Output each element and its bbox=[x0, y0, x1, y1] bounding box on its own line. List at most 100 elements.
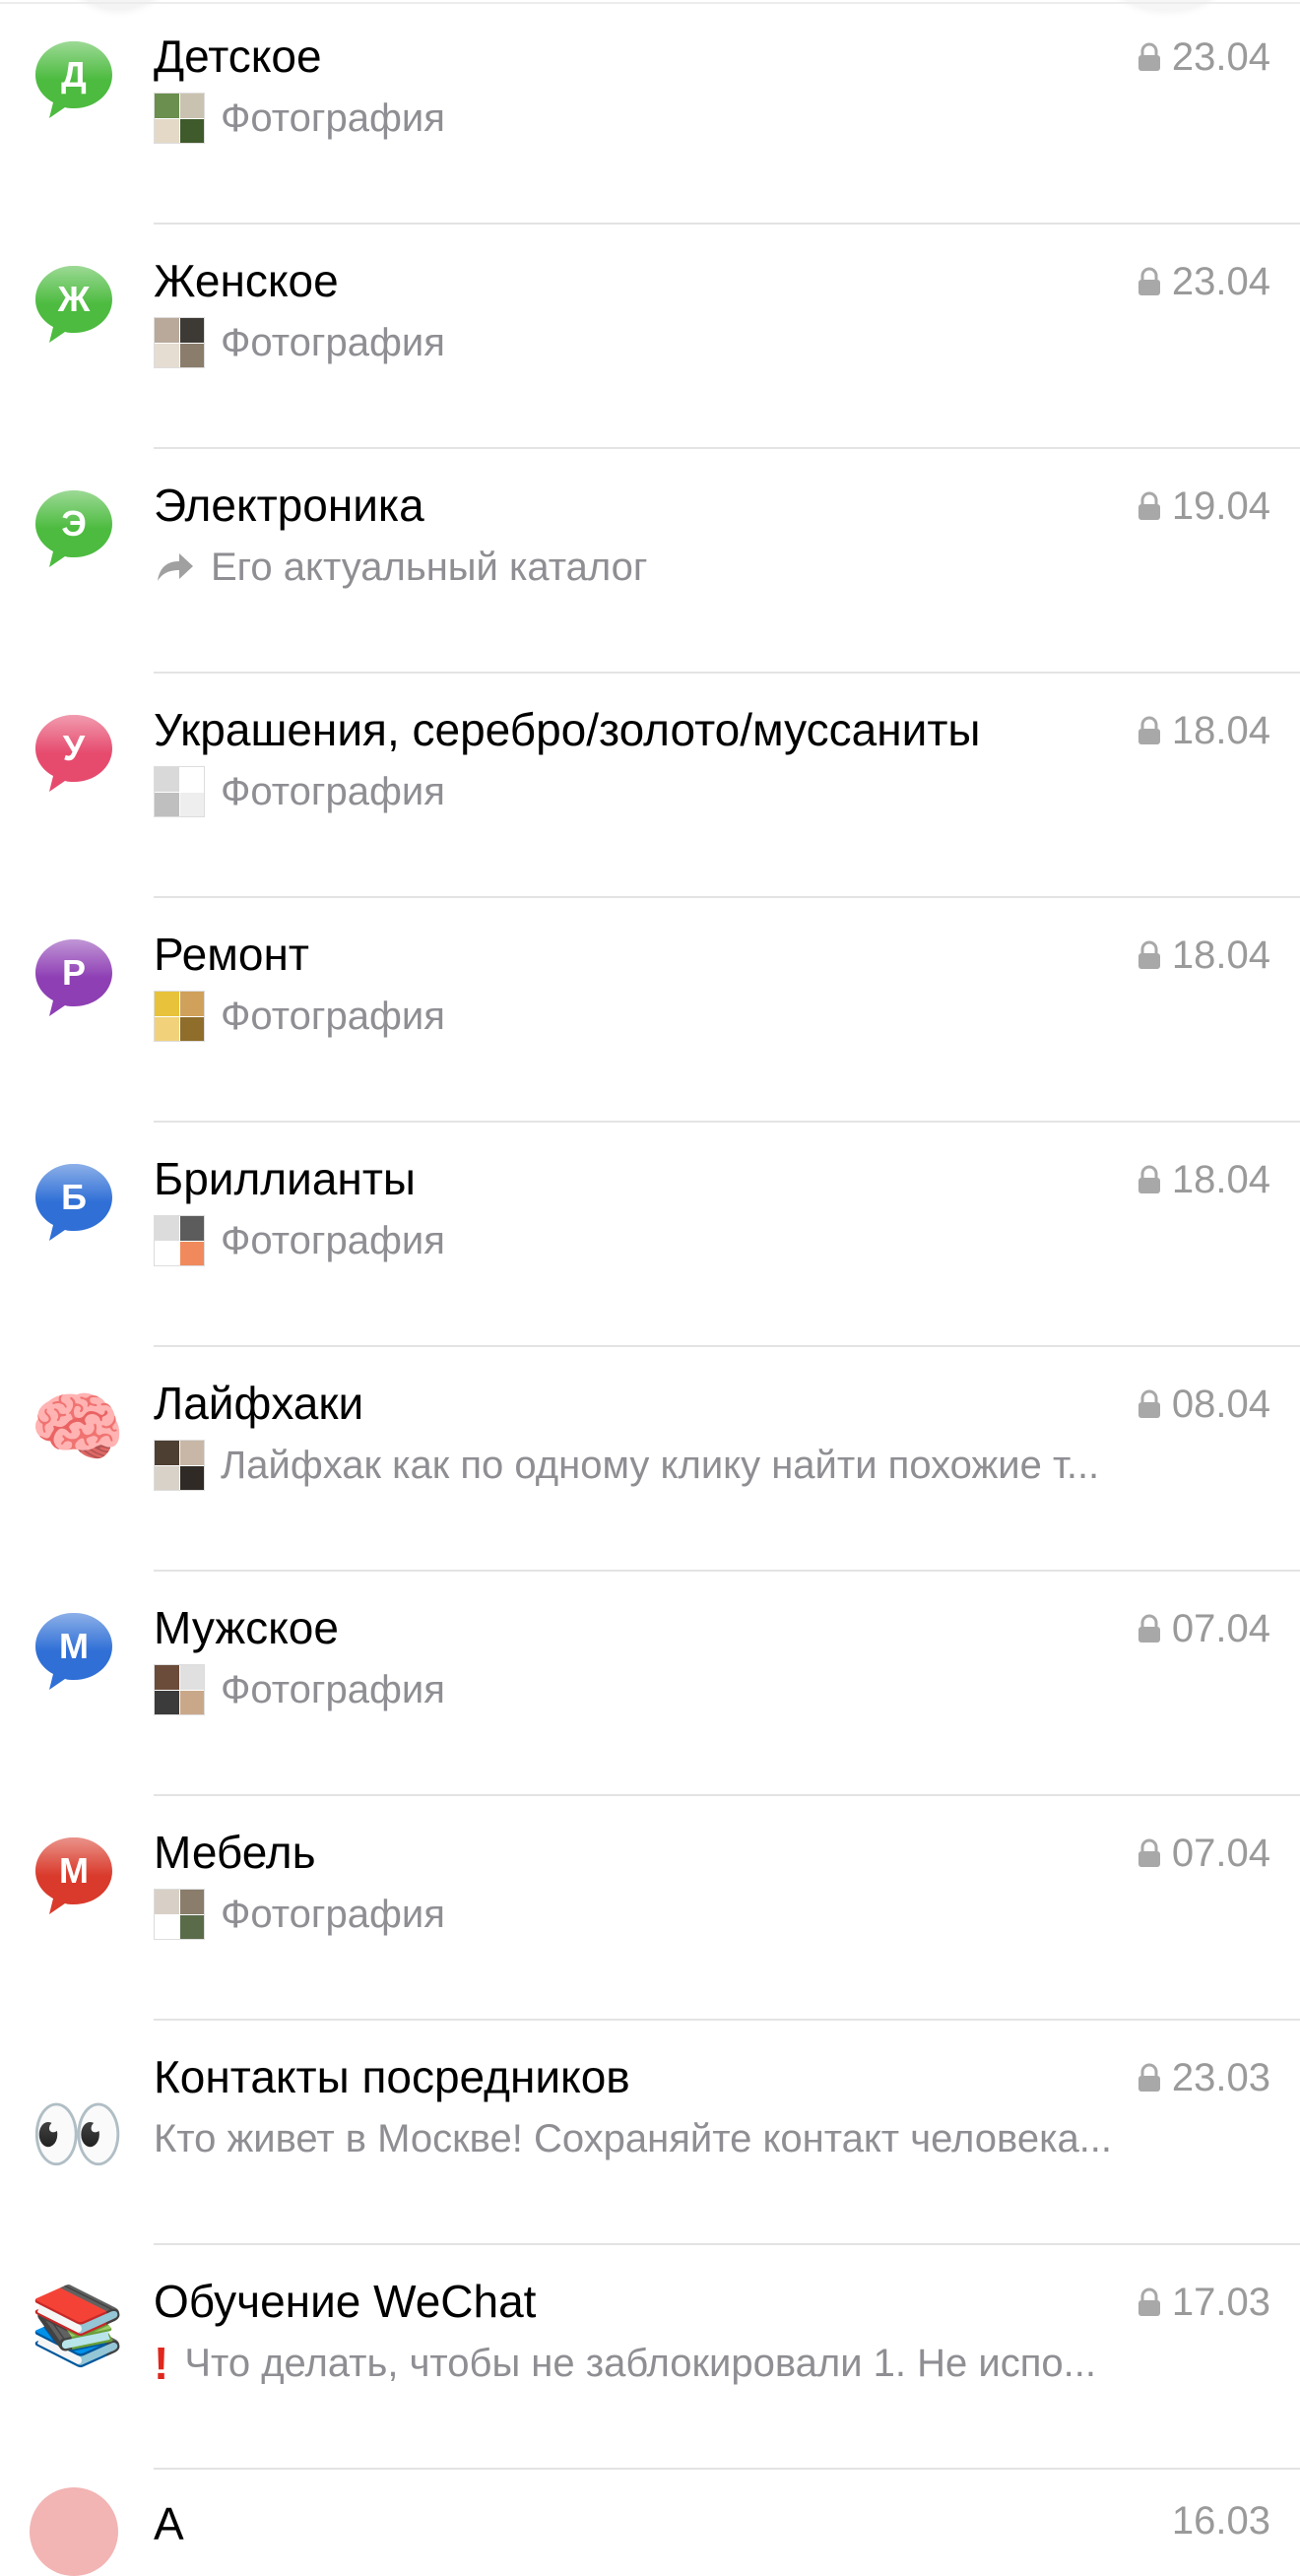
chat-title: А bbox=[154, 2498, 184, 2549]
avatar: Ж bbox=[30, 260, 118, 349]
chat-row[interactable]: Б Бриллианты 18.04 Фотография bbox=[0, 1123, 1300, 1347]
chat-meta: 23.04 bbox=[1137, 254, 1270, 309]
avatar-letter: М bbox=[59, 1850, 89, 1891]
lock-icon bbox=[1137, 716, 1162, 745]
chat-preview-text: Фотография bbox=[221, 1893, 445, 1936]
photo-thumbnail bbox=[154, 1664, 205, 1715]
chat-preview: Его актуальный каталог bbox=[154, 540, 1270, 595]
photo-thumbnail bbox=[154, 1215, 205, 1266]
lock-icon bbox=[1137, 267, 1162, 296]
chat-row[interactable]: М Мебель 07.04 Фотография bbox=[0, 1796, 1300, 2021]
chat-meta: 07.04 bbox=[1137, 1826, 1270, 1881]
chat-meta: 19.04 bbox=[1137, 479, 1270, 534]
avatar-letter: Э bbox=[61, 503, 87, 544]
chat-time: 19.04 bbox=[1171, 484, 1270, 528]
chat-meta: 23.03 bbox=[1137, 2050, 1270, 2105]
chat-title: Бриллианты bbox=[154, 1153, 416, 1204]
chat-row[interactable]: Д Детское 23.04 Фотография bbox=[0, 0, 1300, 225]
chat-preview: Фотография bbox=[154, 315, 1270, 370]
chat-preview: Кто живет в Москве! Сохраняйте контакт ч… bbox=[154, 2111, 1270, 2166]
chat-preview-text: Фотография bbox=[221, 995, 445, 1038]
lock-icon bbox=[1137, 1838, 1162, 1868]
chat-time: 23.04 bbox=[1171, 35, 1270, 79]
chat-row[interactable]: Ж Женское 23.04 Фотография bbox=[0, 225, 1300, 449]
avatar-letter: У bbox=[63, 728, 86, 768]
chat-preview: Фотография bbox=[154, 989, 1270, 1044]
chat-row[interactable]: 👀 Контакты посредников 23.03 Кто живет в Мо… bbox=[0, 2021, 1300, 2245]
chat-title: Контакты посредников bbox=[154, 2051, 630, 2102]
chat-time: 18.04 bbox=[1171, 934, 1270, 977]
chat-preview: Фотография bbox=[154, 91, 1270, 146]
chat-meta: 18.04 bbox=[1137, 703, 1270, 758]
chat-meta: 17.03 bbox=[1137, 2275, 1270, 2330]
chat-time: 17.03 bbox=[1171, 2281, 1270, 2324]
lock-icon bbox=[1137, 1614, 1162, 1643]
avatar-letter: Ж bbox=[57, 279, 91, 319]
chat-preview-text: Фотография bbox=[221, 1668, 445, 1711]
chat-title: Мужское bbox=[154, 1602, 339, 1653]
chat-time: 18.04 bbox=[1171, 1158, 1270, 1201]
chat-title: Мебель bbox=[154, 1827, 316, 1878]
lock-icon bbox=[1137, 42, 1162, 72]
chat-time: 07.04 bbox=[1171, 1832, 1270, 1875]
chat-title: Женское bbox=[154, 255, 339, 306]
avatar-letter: М bbox=[59, 1626, 89, 1666]
avatar: Д bbox=[30, 35, 118, 124]
photo-thumbnail bbox=[154, 1440, 205, 1491]
chat-row[interactable]: Э Электроника 19.04 Его актуальный каталог bbox=[0, 449, 1300, 674]
chat-meta: 08.04 bbox=[1137, 1377, 1270, 1432]
lock-icon bbox=[1137, 1389, 1162, 1419]
chat-time: 08.04 bbox=[1171, 1383, 1270, 1426]
photo-thumbnail bbox=[154, 991, 205, 1042]
chat-meta: 07.04 bbox=[1137, 1601, 1270, 1656]
lock-icon bbox=[1137, 1165, 1162, 1194]
chat-meta: 23.04 bbox=[1137, 30, 1270, 85]
chat-title: Украшения, серебро/золото/муссаниты bbox=[154, 704, 981, 755]
chat-time: 07.04 bbox=[1171, 1607, 1270, 1650]
avatar: Р bbox=[30, 934, 118, 1022]
photo-thumbnail bbox=[154, 766, 205, 817]
lock-icon bbox=[1137, 491, 1162, 521]
chat-row[interactable]: У Украшения, серебро/золото/муссаниты 18.… bbox=[0, 674, 1300, 898]
lock-icon bbox=[1137, 940, 1162, 970]
avatar: М bbox=[30, 1832, 118, 1920]
chat-row[interactable]: Р Ремонт 18.04 Фотография bbox=[0, 898, 1300, 1123]
chat-preview: Фотография bbox=[154, 764, 1270, 819]
chat-row[interactable]: 🧠 Лайфхаки 08.04 Лайфхак как по одному клик… bbox=[0, 1347, 1300, 1572]
chat-meta: 18.04 bbox=[1137, 928, 1270, 983]
chat-preview: Фотография bbox=[154, 1213, 1270, 1268]
chat-title: Ремонт bbox=[154, 929, 309, 980]
chat-row[interactable]: М Мужское 07.04 Фотография bbox=[0, 1572, 1300, 1796]
chat-preview-text: Кто живет в Москве! Сохраняйте контакт ч… bbox=[154, 2117, 1113, 2160]
chat-title: Обучение WeChat bbox=[154, 2276, 537, 2327]
chat-title: Детское bbox=[154, 31, 322, 82]
partial-chat-row[interactable]: А 16.03 bbox=[0, 2470, 1300, 2576]
avatar: Э bbox=[30, 484, 118, 573]
avatar-letter: Д bbox=[61, 54, 87, 95]
avatar: Б bbox=[30, 1158, 118, 1247]
chat-preview-text: Что делать, чтобы не заблокировали 1. Не… bbox=[184, 2342, 1096, 2385]
chat-time: 16.03 bbox=[1171, 2499, 1270, 2543]
chat-preview: Фотография bbox=[154, 1662, 1270, 1717]
lock-icon bbox=[1137, 2287, 1162, 2317]
chat-title: Электроника bbox=[154, 480, 424, 531]
avatar-letter: Р bbox=[62, 952, 86, 993]
exclamation-icon: ! bbox=[154, 2338, 169, 2389]
chat-time: 23.04 bbox=[1171, 260, 1270, 303]
chat-preview: ! Что делать, чтобы не заблокировали 1. Н… bbox=[154, 2336, 1270, 2391]
photo-thumbnail bbox=[154, 317, 205, 368]
chat-time: 18.04 bbox=[1171, 709, 1270, 752]
lock-icon bbox=[1137, 2063, 1162, 2093]
forward-icon bbox=[154, 546, 197, 589]
photo-thumbnail bbox=[154, 1889, 205, 1940]
avatar-letter: Б bbox=[61, 1177, 87, 1217]
avatar: У bbox=[30, 709, 118, 798]
chat-preview-text: Фотография bbox=[221, 1219, 445, 1262]
chat-row[interactable]: 📚 Обучение WeChat 17.03! Что делать, чтобы … bbox=[0, 2245, 1300, 2470]
chat-preview-text: Лайфхак как по одному клику найти похожи… bbox=[221, 1444, 1100, 1487]
brain-icon: 🧠 bbox=[30, 1384, 126, 1470]
chat-preview: Фотография bbox=[154, 1887, 1270, 1942]
chat-preview-text: Его актуальный каталог bbox=[211, 546, 648, 589]
chat-title: Лайфхаки bbox=[154, 1378, 364, 1429]
chat-list: Д Детское 23.04 Фотография Ж Женское 23.04 Ф… bbox=[0, 0, 1300, 2470]
